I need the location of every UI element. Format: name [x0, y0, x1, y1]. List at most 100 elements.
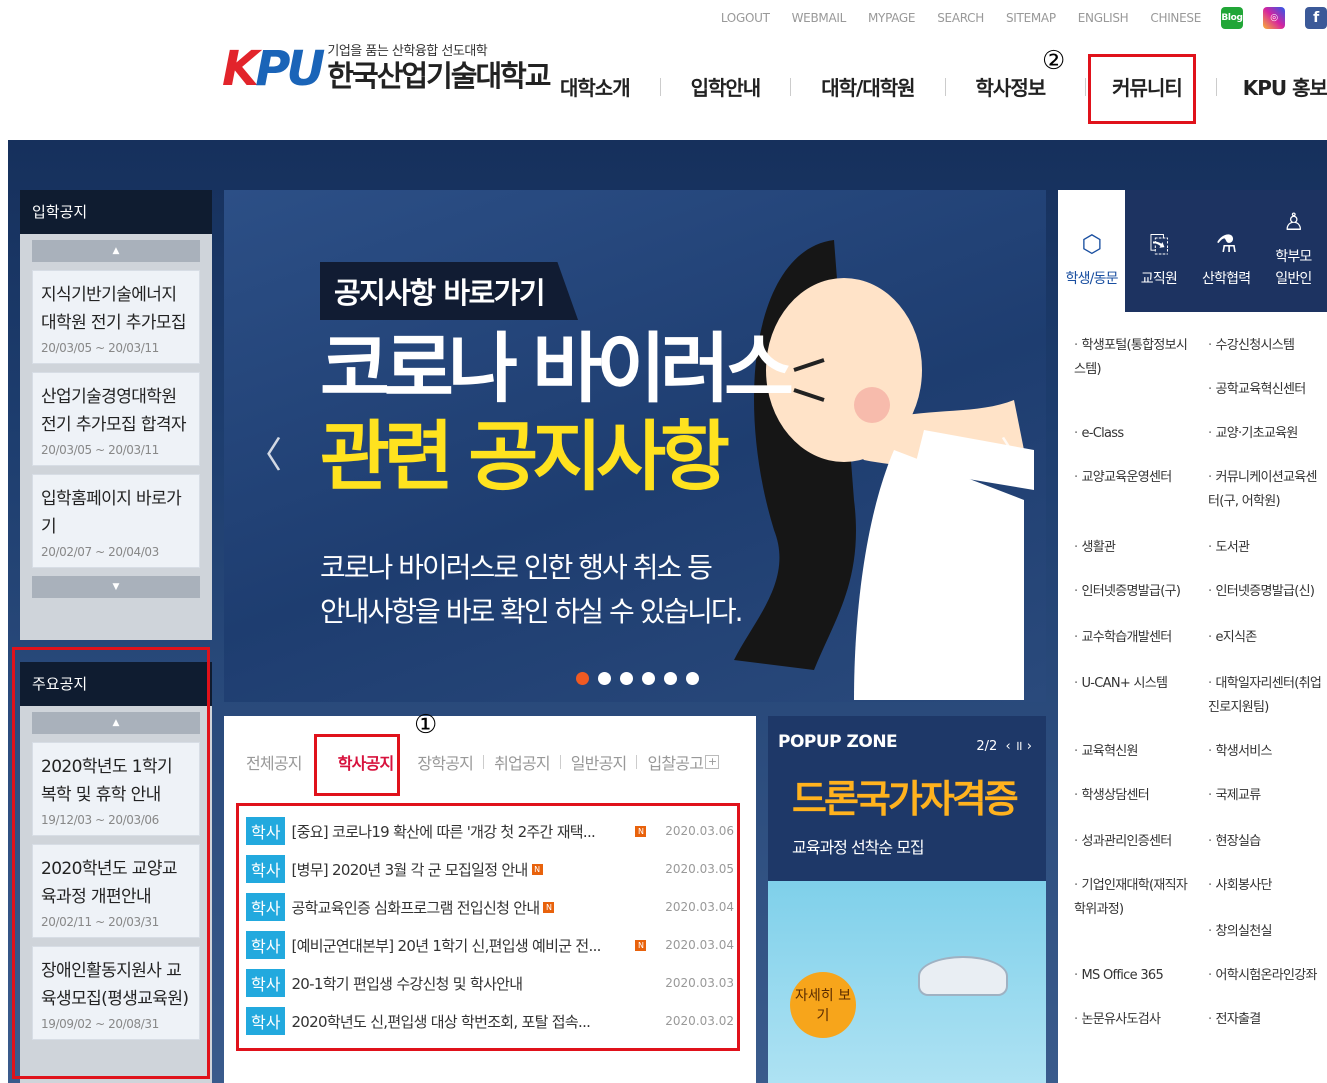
quick-link[interactable]: 대학일자리센터(취업진로지원팀) — [1208, 672, 1326, 720]
quick-link[interactable]: 창의실천실 — [1208, 920, 1272, 944]
logo-name: 한국산업기술대학교 — [327, 59, 551, 93]
annotation-1: ① — [414, 710, 438, 740]
quick-link[interactable]: 논문유사도검사 — [1074, 1008, 1161, 1032]
quick-link[interactable]: e-Class — [1074, 422, 1124, 446]
quick-link[interactable]: 학생상담센터 — [1074, 784, 1149, 808]
admission-item-title: 산업기술경영대학원 전기 추가모집 합격자 — [41, 387, 187, 435]
person-icon: ♙ — [1283, 208, 1305, 236]
quick-link[interactable]: 성과관리인증센터 — [1074, 830, 1172, 854]
popup-page: 2/2 — [976, 739, 998, 754]
admission-down-button[interactable]: ▼ — [32, 576, 200, 598]
kpu-logo-mark: KPU — [222, 45, 325, 93]
tab-bid-notice[interactable]: 입찰공고 — [647, 750, 703, 774]
quick-link[interactable]: 기업인재대학(재직자학위과정) — [1074, 874, 1194, 922]
quick-link[interactable]: 인터넷증명발급(신) — [1208, 580, 1315, 604]
briefcase-icon: ⎘ — [1149, 230, 1169, 258]
highlight-major-notice — [12, 647, 210, 1079]
utility-bar: LOGOUT WEBMAIL MYPAGE SEARCH SITEMAP ENG… — [699, 7, 1327, 29]
quick-link[interactable]: 생활관 — [1074, 536, 1115, 560]
tab-student-alumni[interactable]: ⬡ 학생/동문 — [1058, 190, 1126, 312]
tab-general-notice[interactable]: 일반공지 — [571, 750, 627, 774]
admission-up-button[interactable]: ▲ — [32, 240, 200, 262]
notice-shortcut-badge[interactable]: 공지사항 바로가기 — [320, 262, 579, 320]
admission-item[interactable]: 입학홈페이지 바로가기 20/02/07 ~ 20/04/03 — [32, 474, 200, 568]
slider-pagination — [576, 672, 708, 685]
nav-academic[interactable]: 학사정보 — [976, 72, 1047, 101]
slider-subtext-2: 안내사항을 바로 확인 하실 수 있습니다. — [320, 595, 744, 628]
facebook-icon[interactable]: f — [1305, 7, 1327, 29]
quick-link[interactable]: 어학시험온라인강좌 — [1208, 964, 1317, 988]
highlight-community — [1088, 54, 1196, 124]
more-plus-icon[interactable]: + — [705, 755, 720, 769]
webmail-link[interactable]: WEBMAIL — [792, 11, 847, 25]
admission-notice-panel: 입학공지 ▲ 지식기반기술에너지대학원 전기 추가모집 20/03/05 ~ 2… — [20, 190, 212, 640]
quick-link[interactable]: 커뮤니케이션교육센터(구, 어학원) — [1208, 466, 1326, 514]
tab-employment-notice[interactable]: 취업공지 — [494, 750, 550, 774]
admission-item[interactable]: 지식기반기술에너지대학원 전기 추가모집 20/03/05 ~ 20/03/11 — [32, 270, 200, 364]
popup-controls[interactable]: ‹ ॥ › — [1006, 739, 1032, 754]
logout-link[interactable]: LOGOUT — [721, 11, 770, 25]
slider-subtext-1: 코로나 바이러스로 인한 행사 취소 등 — [320, 551, 713, 584]
quick-link[interactable]: 교수학습개발센터 — [1074, 626, 1172, 650]
quick-link[interactable]: 현장실습 — [1208, 830, 1261, 854]
admission-item-title: 지식기반기술에너지대학원 전기 추가모집 — [41, 285, 187, 333]
quick-link[interactable]: 교양·기초교육원 — [1208, 422, 1298, 446]
slider-prev-button[interactable]: 〈 — [246, 426, 282, 478]
sitemap-link[interactable]: SITEMAP — [1006, 11, 1056, 25]
popup-zone[interactable]: POPUP ZONE 2/2 ‹ ॥ › 드론국가자격증 교육과정 선착순 모집… — [768, 716, 1046, 1083]
admission-item[interactable]: 산업기술경영대학원 전기 추가모집 합격자 20/03/05 ~ 20/03/1… — [32, 372, 200, 466]
admission-item-date: 20/03/05 ~ 20/03/11 — [41, 443, 159, 457]
quick-link[interactable]: e지식존 — [1208, 626, 1257, 650]
instagram-icon[interactable]: ◎ — [1263, 7, 1285, 29]
quick-link[interactable]: 국제교류 — [1208, 784, 1261, 808]
tab-parents[interactable]: ♙ 학부모 일반인 — [1260, 190, 1327, 312]
blog-icon[interactable]: Blog — [1221, 7, 1243, 29]
slider-dot[interactable] — [642, 672, 655, 685]
popup-more-button[interactable]: 자세히 보기 — [790, 972, 856, 1038]
tab-industry[interactable]: ⚗ 산학협력 — [1193, 190, 1260, 312]
quick-link[interactable]: 도서관 — [1208, 536, 1249, 560]
slider-subtext: 코로나 바이러스로 인한 행사 취소 등 안내사항을 바로 확인 하실 수 있습… — [320, 546, 744, 634]
slider-dot[interactable] — [664, 672, 677, 685]
quick-link[interactable]: 공학교육혁신센터 — [1208, 378, 1306, 402]
main-slider[interactable]: 공지사항 바로가기 코로나 바이러스 관련 공지사항 코로나 바이러스로 인한 … — [224, 190, 1046, 702]
drone-illustration — [918, 956, 1008, 996]
search-link[interactable]: SEARCH — [937, 11, 984, 25]
nav-kpu-pr[interactable]: KPU 홍보관 — [1243, 72, 1327, 101]
logo-pu: PU — [255, 41, 325, 97]
slider-dot[interactable] — [598, 672, 611, 685]
slider-dot[interactable] — [576, 672, 589, 685]
admission-notice-title: 입학공지 — [20, 190, 212, 234]
highlight-notice-list — [236, 803, 740, 1051]
site-logo[interactable]: KPU 기업을 품는 산학융합 선도대학 한국산업기술대학교 — [222, 40, 551, 93]
quick-link[interactable]: 전자출결 — [1208, 1008, 1261, 1032]
quick-link[interactable]: U-CAN+ 시스템 — [1074, 672, 1168, 696]
slider-next-button[interactable]: 〉 — [1000, 426, 1036, 478]
popup-pagination: 2/2 ‹ ॥ › — [976, 736, 1032, 754]
quick-link[interactable]: 교육혁신원 — [1074, 740, 1138, 764]
mypage-link[interactable]: MYPAGE — [868, 11, 916, 25]
slider-dot[interactable] — [686, 672, 699, 685]
tab-staff[interactable]: ⎘ 교직원 — [1125, 190, 1192, 312]
quick-link[interactable]: 수강신청시스템 — [1208, 334, 1295, 358]
quick-link[interactable]: 인터넷증명발급(구) — [1074, 580, 1181, 604]
quick-link[interactable]: 교양교육운영센터 — [1074, 466, 1172, 490]
quick-link[interactable]: 사회봉사단 — [1208, 874, 1272, 898]
flask-icon: ⚗ — [1215, 230, 1238, 258]
admission-item-date: 20/03/05 ~ 20/03/11 — [41, 341, 159, 355]
quick-link[interactable]: 학생포털(통합정보시스템) — [1074, 334, 1194, 382]
annotation-2: ② — [1042, 46, 1066, 76]
nav-college[interactable]: 대학/대학원 — [821, 72, 915, 101]
chinese-link[interactable]: CHINESE — [1150, 11, 1201, 25]
english-link[interactable]: ENGLISH — [1078, 11, 1129, 25]
tab-scholarship-notice[interactable]: 장학공지 — [417, 750, 473, 774]
slider-headline-1: 코로나 바이러스 — [320, 324, 794, 413]
slider-dot[interactable] — [620, 672, 633, 685]
slider-headline-2: 관련 공지사항 — [320, 412, 730, 501]
quick-link[interactable]: 학생서비스 — [1208, 740, 1272, 764]
nav-about[interactable]: 대학소개 — [560, 72, 631, 101]
nav-admission[interactable]: 입학안내 — [691, 72, 762, 101]
tab-all-notice[interactable]: 전체공지 — [246, 750, 302, 774]
quick-link[interactable]: MS Office 365 — [1074, 964, 1163, 988]
page: LOGOUT WEBMAIL MYPAGE SEARCH SITEMAP ENG… — [0, 0, 1327, 1083]
